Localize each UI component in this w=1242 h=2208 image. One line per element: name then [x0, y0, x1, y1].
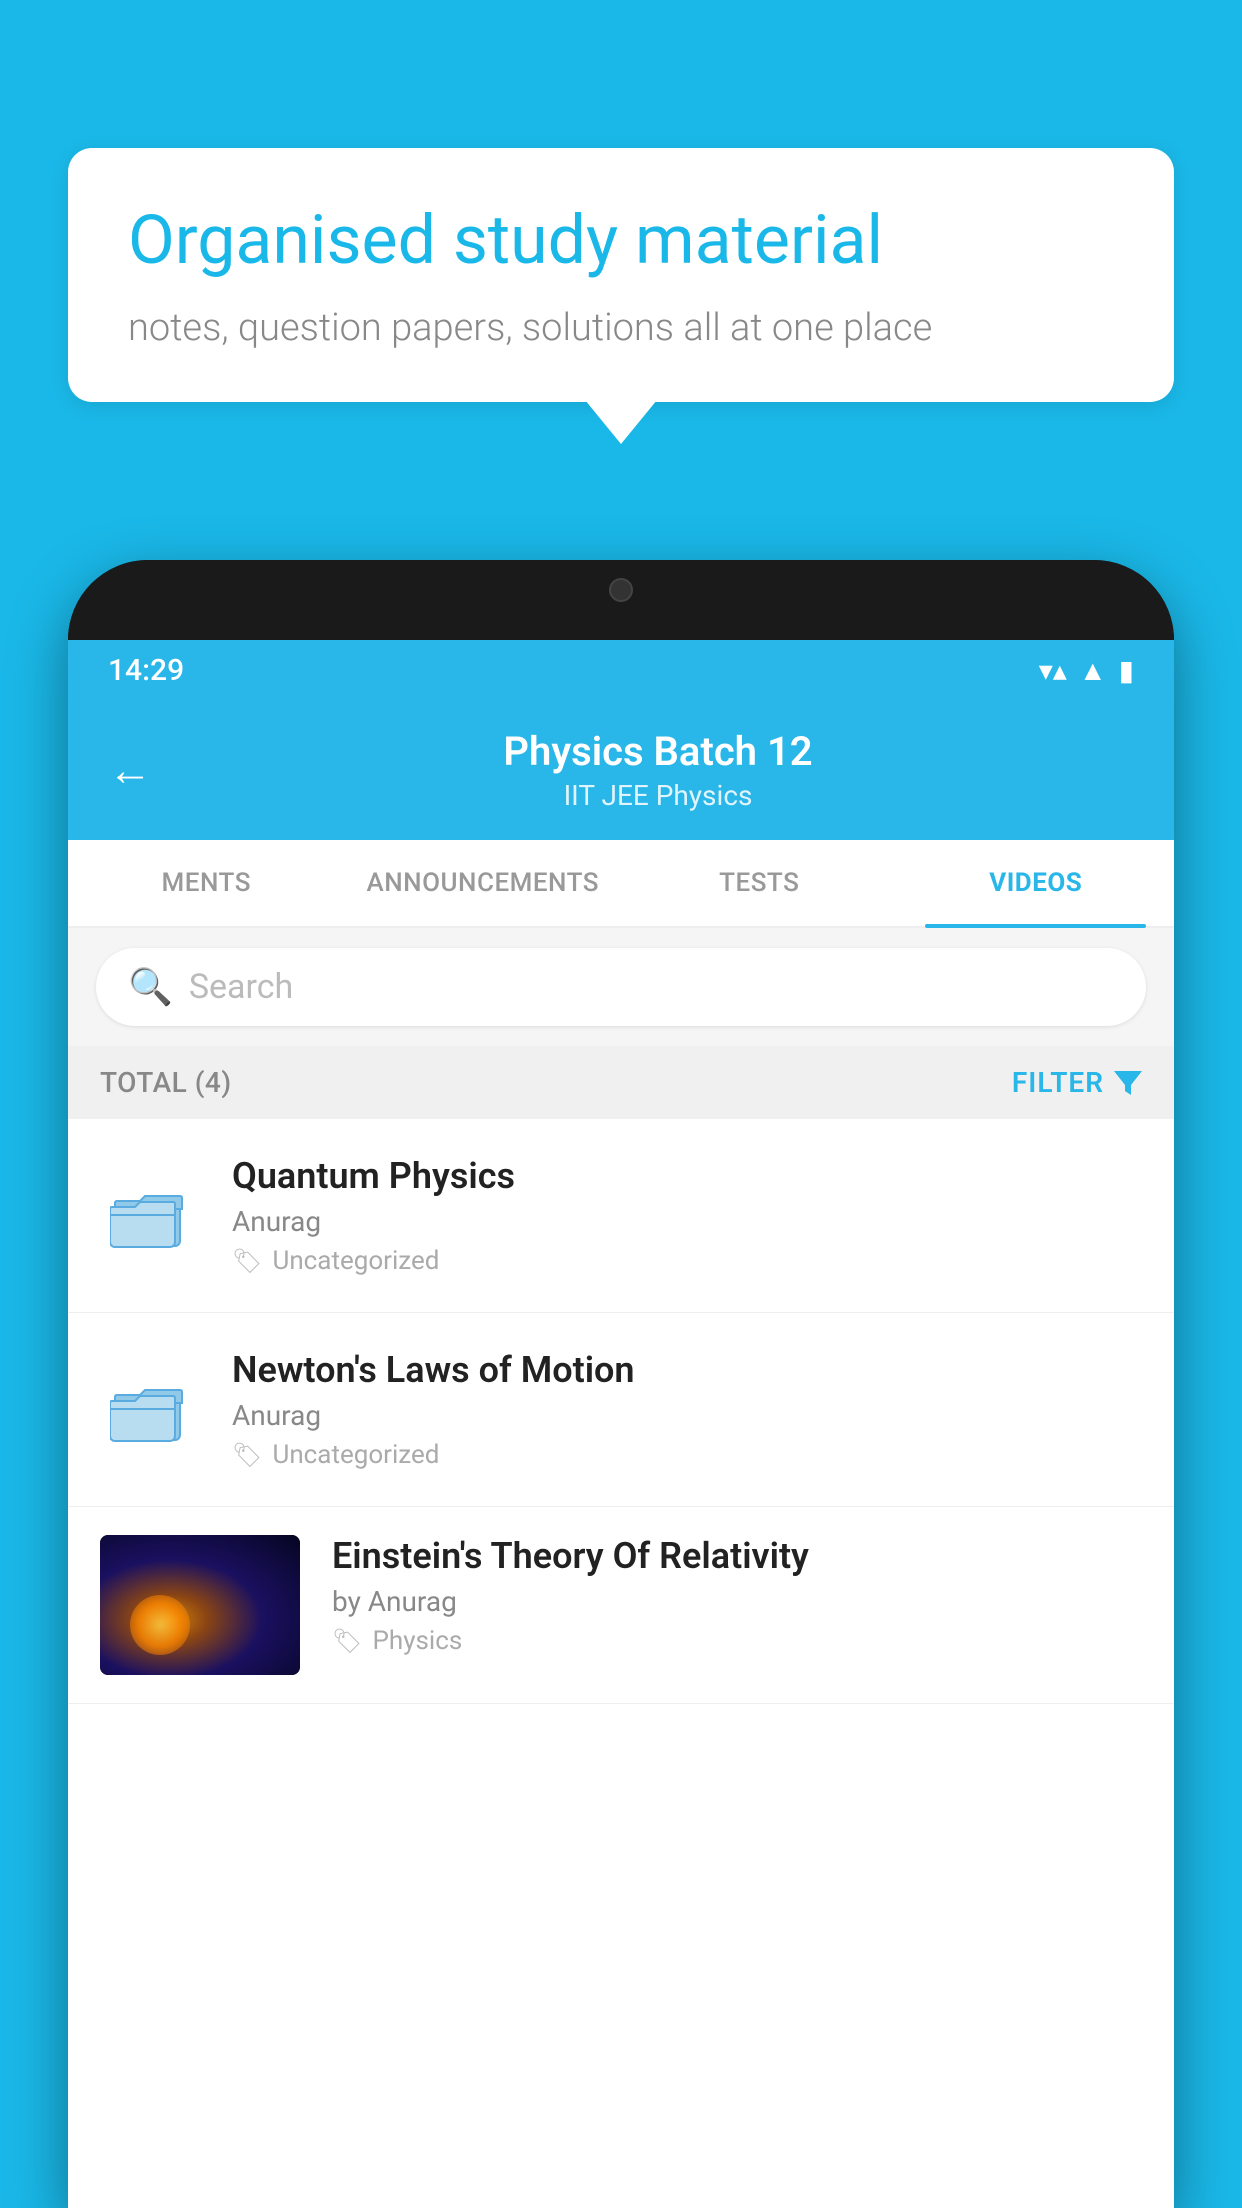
folder-icon — [100, 1166, 200, 1266]
video-author: Anurag — [232, 1205, 1142, 1238]
search-container: 🔍 Search — [68, 928, 1174, 1046]
tag-icon: 🏷 — [232, 1247, 262, 1275]
header-title-area: Physics Batch 12 IIT JEE Physics — [182, 728, 1134, 812]
wifi-icon: ▾▴ — [1039, 654, 1067, 687]
filter-bar: TOTAL (4) FILTER — [68, 1046, 1174, 1119]
video-title: Newton's Laws of Motion — [232, 1349, 1142, 1391]
filter-icon — [1114, 1071, 1142, 1095]
search-bar[interactable]: 🔍 Search — [96, 948, 1146, 1026]
status-icons: ▾▴ ▲ ▮ — [1039, 654, 1134, 687]
tab-ments[interactable]: MENTS — [68, 840, 345, 926]
status-time: 14:29 — [108, 653, 184, 688]
video-title: Quantum Physics — [232, 1155, 1142, 1197]
video-title: Einstein's Theory Of Relativity — [332, 1535, 1142, 1577]
header-title: Physics Batch 12 — [182, 728, 1134, 775]
speech-bubble-subtitle: notes, question papers, solutions all at… — [128, 306, 1114, 350]
search-icon: 🔍 — [128, 966, 173, 1008]
video-author: Anurag — [232, 1399, 1142, 1432]
filter-button[interactable]: FILTER — [1012, 1066, 1142, 1099]
tab-tests[interactable]: TESTS — [621, 840, 898, 926]
tabs-bar: MENTS ANNOUNCEMENTS TESTS VIDEOS — [68, 840, 1174, 928]
search-input[interactable]: Search — [189, 967, 293, 1007]
video-info: Einstein's Theory Of Relativity by Anura… — [332, 1535, 1142, 1656]
signal-icon: ▲ — [1079, 654, 1107, 687]
phone-notch-area — [68, 560, 1174, 640]
video-info: Quantum Physics Anurag 🏷 Uncategorized — [232, 1155, 1142, 1276]
speech-bubble: Organised study material notes, question… — [68, 148, 1174, 402]
back-button[interactable]: ← — [108, 744, 152, 796]
app-screen: ← Physics Batch 12 IIT JEE Physics MENTS… — [68, 700, 1174, 2208]
video-tag: 🏷 Physics — [332, 1626, 1142, 1656]
tab-videos[interactable]: VIDEOS — [898, 840, 1175, 926]
video-info: Newton's Laws of Motion Anurag 🏷 Uncateg… — [232, 1349, 1142, 1470]
video-tag: 🏷 Uncategorized — [232, 1246, 1142, 1276]
tab-announcements[interactable]: ANNOUNCEMENTS — [345, 840, 622, 926]
video-author: by Anurag — [332, 1585, 1142, 1618]
total-count: TOTAL (4) — [100, 1066, 232, 1099]
speech-bubble-container: Organised study material notes, question… — [68, 148, 1174, 402]
list-item[interactable]: Quantum Physics Anurag 🏷 Uncategorized — [68, 1119, 1174, 1313]
video-thumbnail — [100, 1535, 300, 1675]
tag-icon: 🏷 — [332, 1627, 362, 1655]
list-item[interactable]: Einstein's Theory Of Relativity by Anura… — [68, 1507, 1174, 1704]
video-tag: 🏷 Uncategorized — [232, 1440, 1142, 1470]
battery-icon: ▮ — [1119, 654, 1134, 687]
phone-notch — [531, 560, 711, 620]
video-list: Quantum Physics Anurag 🏷 Uncategorized — [68, 1119, 1174, 2208]
list-item[interactable]: Newton's Laws of Motion Anurag 🏷 Uncateg… — [68, 1313, 1174, 1507]
speech-bubble-title: Organised study material — [128, 200, 1114, 282]
app-header: ← Physics Batch 12 IIT JEE Physics — [68, 700, 1174, 840]
front-camera — [609, 578, 633, 602]
folder-icon — [100, 1360, 200, 1460]
status-bar: 14:29 ▾▴ ▲ ▮ — [68, 640, 1174, 700]
header-subtitle: IIT JEE Physics — [182, 779, 1134, 812]
phone-frame: 14:29 ▾▴ ▲ ▮ ← Physics Batch 12 IIT JEE … — [68, 560, 1174, 2208]
tag-icon: 🏷 — [232, 1441, 262, 1469]
